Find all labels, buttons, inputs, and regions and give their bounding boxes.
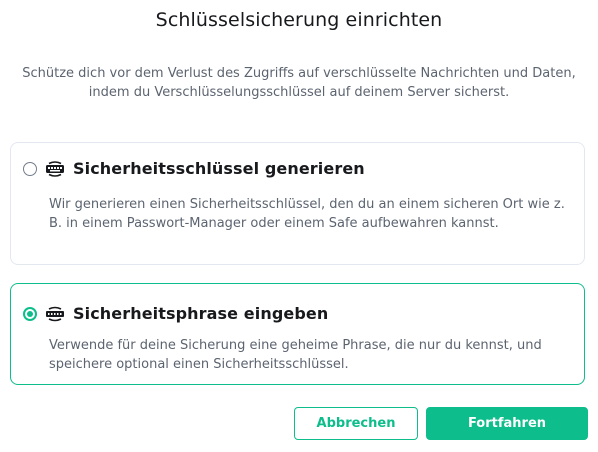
cancel-button[interactable]: Abbrechen: [294, 407, 418, 440]
key-icon: [45, 160, 65, 177]
radio-generate-security-key[interactable]: [23, 161, 37, 176]
setup-key-backup-dialog: Schlüsselsicherung einrichten Schütze di…: [0, 0, 598, 452]
dialog-description: Schütze dich vor dem Verlust des Zugriff…: [22, 66, 576, 100]
option-header: Sicherheitsschlüssel generieren: [23, 159, 365, 178]
radio-enter-security-phrase[interactable]: [23, 306, 37, 321]
option-label: Sicherheitsschlüssel generieren: [73, 159, 365, 178]
option-enter-security-phrase[interactable]: Sicherheitsphrase eingeben Verwende für …: [10, 283, 585, 385]
passphrase-icon: [45, 306, 65, 322]
option-header: Sicherheitsphrase eingeben: [23, 304, 328, 323]
option-description: Verwende für deine Sicherung eine geheim…: [49, 338, 542, 372]
continue-button[interactable]: Fortfahren: [426, 407, 588, 440]
option-generate-security-key[interactable]: Sicherheitsschlüssel generieren Wir gene…: [10, 142, 585, 265]
option-label: Sicherheitsphrase eingeben: [73, 304, 329, 323]
dialog-title: Schlüsselsicherung einrichten: [155, 9, 443, 31]
option-description: Wir generieren einen Sicherheitsschlüsse…: [49, 197, 565, 231]
